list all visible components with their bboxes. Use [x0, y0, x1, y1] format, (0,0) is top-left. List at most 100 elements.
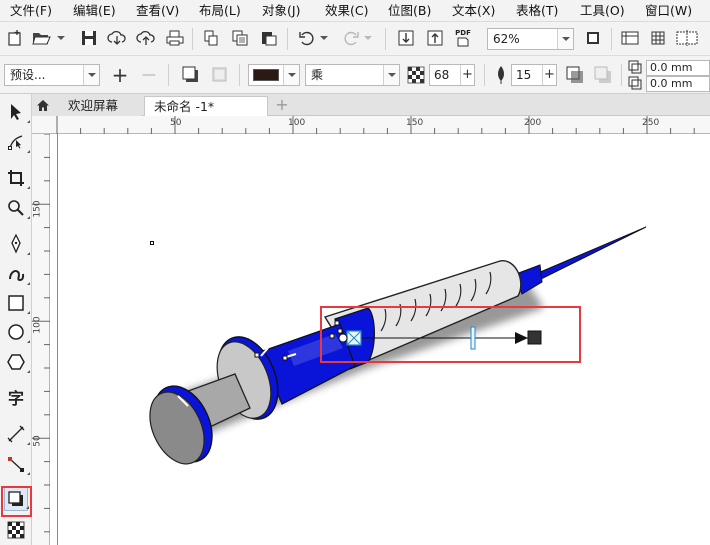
preset-value: 预设...	[10, 68, 46, 82]
shadow-feather-input[interactable]: 15 +	[511, 64, 557, 86]
shadow-offset-y-input[interactable]: 0.0 mm	[646, 76, 710, 92]
shadow-feather-value: 15	[516, 68, 532, 82]
full-screen-icon[interactable]	[582, 27, 604, 49]
feather-edge-icon[interactable]	[592, 64, 614, 86]
drop-shadow-icon[interactable]	[180, 64, 202, 86]
preset-select[interactable]: 预设...	[4, 64, 100, 86]
merge-mode-value: 乘	[311, 68, 324, 82]
tool-flyout-icon	[27, 442, 30, 445]
shape-tool-button[interactable]	[4, 130, 30, 154]
inner-shadow-icon[interactable]	[209, 64, 231, 86]
show-guidelines-icon[interactable]	[676, 27, 698, 49]
show-grid-icon[interactable]	[647, 27, 669, 49]
toolbar-separator	[621, 64, 622, 86]
stepper-plus-icon[interactable]: +	[460, 65, 474, 85]
cloud-upload-icon[interactable]	[135, 27, 157, 49]
pdf-label: PDF	[455, 29, 471, 37]
drop-shadow-tool-highlight	[1, 486, 32, 517]
connector-tool-button[interactable]	[4, 452, 30, 476]
pick-tool-button[interactable]	[4, 100, 30, 124]
merge-mode-select[interactable]: 乘	[305, 64, 400, 86]
menu-text[interactable]: 文本(X)	[452, 2, 495, 20]
text-tool-button[interactable]: 字	[4, 385, 28, 409]
rectangle-tool-button[interactable]	[4, 291, 30, 315]
tool-flyout-icon	[27, 472, 30, 475]
tool-flyout-icon	[27, 340, 30, 343]
add-tab-button[interactable]: +	[272, 96, 292, 116]
cloud-download-icon[interactable]	[106, 27, 128, 49]
menu-edit[interactable]: 编辑(E)	[73, 2, 116, 20]
ruler-label: 150	[32, 200, 43, 218]
chevron-down-icon	[83, 65, 99, 85]
shadow-transparency-value: 68	[434, 68, 450, 82]
menu-effects[interactable]: 效果(C)	[325, 2, 368, 20]
stepper-plus-icon[interactable]: +	[542, 65, 556, 85]
ellipse-tool-button[interactable]	[4, 320, 30, 344]
tool-flyout-icon	[27, 282, 30, 285]
shadow-offset-x-input[interactable]: 0.0 mm	[646, 60, 710, 76]
vertical-ruler[interactable]: 150 100 50	[32, 134, 50, 545]
print-icon[interactable]	[164, 27, 186, 49]
feather-icon	[490, 64, 512, 86]
undo-icon[interactable]	[296, 27, 318, 49]
ruler-ticks	[56, 116, 695, 134]
redo-icon[interactable]	[340, 27, 362, 49]
toolbar-separator	[611, 28, 612, 50]
shadow-color-picker[interactable]	[248, 64, 300, 86]
tool-flyout-icon	[27, 252, 30, 255]
zoom-tool-button[interactable]	[4, 196, 30, 220]
tool-flyout-icon	[27, 186, 30, 189]
tab-document-label: 未命名 -1*	[154, 99, 215, 114]
show-rulers-icon[interactable]	[619, 27, 641, 49]
add-preset-button[interactable]: +	[109, 63, 131, 87]
tool-flyout-icon	[27, 216, 30, 219]
syringe-needle	[537, 226, 647, 281]
zoom-level-value: 62%	[493, 32, 520, 46]
shadow-color-swatch	[253, 69, 279, 81]
menu-tools[interactable]: 工具(O)	[580, 2, 625, 20]
undo-dropdown-icon[interactable]	[320, 27, 328, 49]
offset-y-icon	[626, 75, 644, 91]
horizontal-ruler[interactable]: 50 100 150 200 250	[32, 116, 710, 134]
tab-welcome-screen[interactable]: 欢迎屏幕	[32, 96, 142, 116]
drawing-canvas[interactable]	[50, 134, 710, 545]
new-document-icon[interactable]	[4, 27, 26, 49]
ruler-label: 150	[406, 118, 424, 128]
toolbar-separator	[192, 28, 193, 50]
open-folder-icon[interactable]	[30, 27, 52, 49]
toolbox: 字	[0, 94, 32, 545]
zoom-level-select[interactable]: 62%	[487, 28, 574, 50]
save-icon[interactable]	[78, 27, 100, 49]
redo-dropdown-icon[interactable]	[364, 27, 372, 49]
import-file-icon[interactable]	[395, 27, 417, 49]
remove-preset-button[interactable]: —	[138, 64, 160, 86]
menu-file[interactable]: 文件(F)	[10, 2, 52, 20]
paste-icon[interactable]	[258, 27, 280, 49]
menu-window[interactable]: 窗口(W)	[645, 2, 692, 20]
tab-welcome-label: 欢迎屏幕	[67, 98, 118, 113]
menu-object[interactable]: 对象(J)	[262, 2, 300, 20]
export-file-icon[interactable]	[424, 27, 446, 49]
copy-icon[interactable]	[229, 27, 251, 49]
transparency-checker-icon	[405, 64, 427, 86]
chevron-down-icon	[283, 65, 299, 85]
menu-table[interactable]: 表格(T)	[516, 2, 558, 20]
ruler-label: 50	[170, 118, 182, 128]
feather-direction-icon[interactable]	[564, 64, 586, 86]
import-icon[interactable]	[200, 27, 222, 49]
crop-tool-button[interactable]	[4, 166, 30, 190]
shadow-transparency-input[interactable]: 68 +	[429, 64, 475, 86]
artistic-media-tool-button[interactable]	[4, 262, 30, 286]
tab-document[interactable]: 未命名 -1*	[144, 96, 268, 116]
transparency-tool-button[interactable]	[4, 518, 28, 542]
menu-view[interactable]: 查看(V)	[136, 2, 179, 20]
polygon-tool-button[interactable]	[4, 350, 30, 374]
menu-layout[interactable]: 布局(L)	[199, 2, 241, 20]
menu-bitmap[interactable]: 位图(B)	[388, 2, 431, 20]
ruler-label: 200	[524, 118, 542, 128]
publish-pdf-icon[interactable]: PDF	[452, 27, 474, 49]
parallel-dimension-tool-button[interactable]	[4, 422, 30, 446]
freehand-tool-button[interactable]	[4, 232, 30, 256]
chevron-down-icon	[557, 29, 573, 49]
open-dropdown-icon[interactable]	[57, 27, 65, 49]
